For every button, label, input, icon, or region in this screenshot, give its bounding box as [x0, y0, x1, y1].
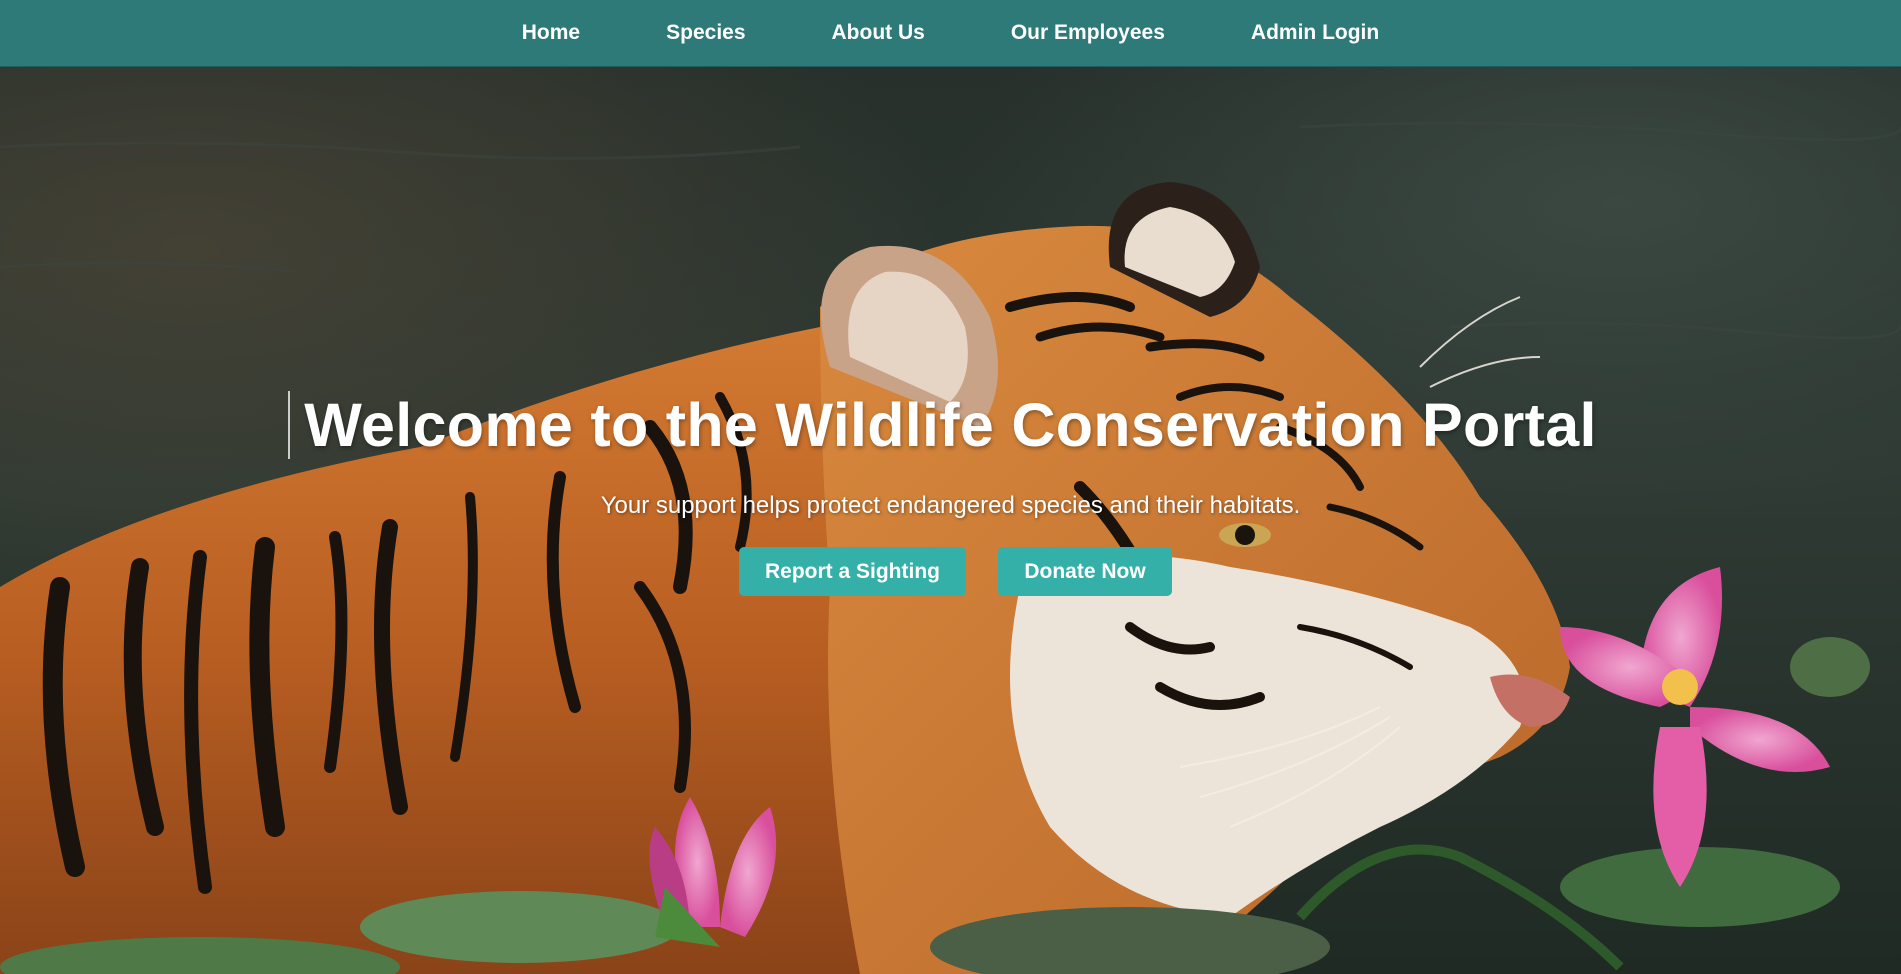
top-navigation: Home Species About Us Our Employees Admi… [0, 0, 1901, 67]
hero-buttons: Report a Sighting Donate Now [0, 547, 1901, 596]
report-sighting-button[interactable]: Report a Sighting [739, 547, 966, 596]
nav-link-home[interactable]: Home [479, 13, 623, 53]
hero-content [0, 67, 1901, 974]
donate-now-button[interactable]: Donate Now [998, 547, 1172, 596]
nav-link-about-us[interactable]: About Us [789, 13, 968, 53]
hero-title: Welcome to the Wildlife Conservation Por… [304, 391, 1597, 459]
nav-link-our-employees[interactable]: Our Employees [968, 13, 1208, 53]
hero-subtitle: Your support helps protect endangered sp… [600, 492, 1301, 519]
nav-link-species[interactable]: Species [623, 13, 788, 53]
nav-link-admin-login[interactable]: Admin Login [1208, 13, 1422, 53]
